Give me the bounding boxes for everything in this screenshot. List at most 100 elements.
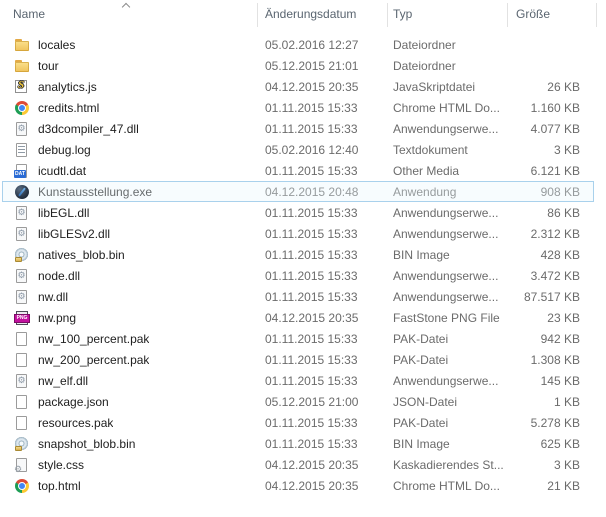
column-header-date-modified[interactable]: Änderungsdatum	[258, 3, 388, 27]
chrome-icon	[14, 100, 30, 116]
dat-icon	[14, 163, 30, 179]
file-name-cell: analytics.js	[0, 79, 258, 95]
file-date-cell: 05.02.2016 12:40	[258, 143, 388, 157]
file-row[interactable]: nw_100_percent.pak 01.11.2015 15:33 PAK-…	[0, 328, 606, 349]
file-date-cell: 04.12.2015 20:35	[258, 458, 388, 472]
file-row[interactable]: nw.png 04.12.2015 20:35 FastStone PNG Fi…	[0, 307, 606, 328]
file-size-cell: 23 KB	[508, 311, 597, 325]
file-row[interactable]: top.html 04.12.2015 20:35 Chrome HTML Do…	[0, 475, 606, 496]
file-date-cell: 04.12.2015 20:35	[258, 311, 388, 325]
file-type-cell: Textdokument	[388, 143, 508, 157]
file-name-label: top.html	[38, 479, 81, 493]
file-date-cell: 01.11.2015 15:33	[258, 437, 388, 451]
file-row[interactable]: style.css 04.12.2015 20:35 Kaskadierende…	[0, 454, 606, 475]
file-name-label: tour	[38, 59, 59, 73]
file-name-cell: node.dll	[0, 268, 258, 284]
file-name-label: libGLESv2.dll	[38, 227, 110, 241]
file-name-cell: Kunstausstellung.exe	[0, 184, 258, 200]
file-row[interactable]: package.json 05.12.2015 21:00 JSON-Datei…	[0, 391, 606, 412]
file-name-label: Kunstausstellung.exe	[38, 185, 152, 199]
file-row[interactable]: d3dcompiler_47.dll 01.11.2015 15:33 Anwe…	[0, 118, 606, 139]
file-size-cell: 942 KB	[508, 332, 597, 346]
file-size-cell: 428 KB	[508, 248, 597, 262]
file-row[interactable]: credits.html 01.11.2015 15:33 Chrome HTM…	[0, 97, 606, 118]
file-row[interactable]: nw_elf.dll 01.11.2015 15:33 Anwendungser…	[0, 370, 606, 391]
file-size-cell: 4.077 KB	[508, 122, 597, 136]
file-type-cell: Anwendungserwe...	[388, 374, 508, 388]
file-type-cell: Anwendungserwe...	[388, 206, 508, 220]
file-date-cell: 05.12.2015 21:01	[258, 59, 388, 73]
file-row[interactable]: natives_blob.bin 01.11.2015 15:33 BIN Im…	[0, 244, 606, 265]
file-name-cell: tour	[0, 58, 258, 74]
file-icon	[14, 352, 30, 368]
column-header-row: Name Änderungsdatum Typ Größe	[0, 0, 606, 30]
file-name-label: d3dcompiler_47.dll	[38, 122, 139, 136]
file-row[interactable]: resources.pak 01.11.2015 15:33 PAK-Datei…	[0, 412, 606, 433]
file-icon	[14, 415, 30, 431]
txt-icon	[14, 142, 30, 158]
file-row[interactable]: libEGL.dll 01.11.2015 15:33 Anwendungser…	[0, 202, 606, 223]
file-size-cell: 87.517 KB	[508, 290, 597, 304]
file-row[interactable]: snapshot_blob.bin 01.11.2015 15:33 BIN I…	[0, 433, 606, 454]
file-type-cell: JSON-Datei	[388, 395, 508, 409]
file-date-cell: 01.11.2015 15:33	[258, 248, 388, 262]
sort-ascending-icon	[123, 2, 130, 9]
file-type-cell: Anwendungserwe...	[388, 290, 508, 304]
column-header-size[interactable]: Größe	[508, 3, 597, 27]
file-row[interactable]: Kunstausstellung.exe 04.12.2015 20:48 An…	[0, 181, 606, 202]
file-name-label: natives_blob.bin	[38, 248, 125, 262]
file-type-cell: Anwendungserwe...	[388, 122, 508, 136]
file-size-cell: 625 KB	[508, 437, 597, 451]
file-type-cell: JavaSkriptdatei	[388, 80, 508, 94]
file-name-cell: natives_blob.bin	[0, 247, 258, 263]
file-name-label: style.css	[38, 458, 84, 472]
file-row[interactable]: tour 05.12.2015 21:01 Dateiordner	[0, 55, 606, 76]
file-name-cell: icudtl.dat	[0, 163, 258, 179]
file-icon	[14, 331, 30, 347]
file-row[interactable]: libGLESv2.dll 01.11.2015 15:33 Anwendung…	[0, 223, 606, 244]
file-type-cell: Anwendungserwe...	[388, 269, 508, 283]
dll-icon	[14, 226, 30, 242]
file-name-label: resources.pak	[38, 416, 113, 430]
file-name-cell: snapshot_blob.bin	[0, 436, 258, 452]
file-row[interactable]: analytics.js 04.12.2015 20:35 JavaSkript…	[0, 76, 606, 97]
file-name-label: package.json	[38, 395, 109, 409]
file-name-label: debug.log	[38, 143, 91, 157]
file-name-cell: nw.dll	[0, 289, 258, 305]
file-row[interactable]: nw_200_percent.pak 01.11.2015 15:33 PAK-…	[0, 349, 606, 370]
file-date-cell: 05.02.2016 12:27	[258, 38, 388, 52]
file-name-cell: locales	[0, 37, 258, 53]
file-type-cell: Other Media	[388, 164, 508, 178]
file-name-cell: libGLESv2.dll	[0, 226, 258, 242]
css-icon	[14, 457, 30, 473]
file-row[interactable]: nw.dll 01.11.2015 15:33 Anwendungserwe..…	[0, 286, 606, 307]
file-row[interactable]: locales 05.02.2016 12:27 Dateiordner	[0, 34, 606, 55]
file-name-cell: nw.png	[0, 310, 258, 326]
file-name-label: node.dll	[38, 269, 80, 283]
file-name-cell: package.json	[0, 394, 258, 410]
file-size-cell: 1 KB	[508, 395, 597, 409]
file-date-cell: 01.11.2015 15:33	[258, 122, 388, 136]
file-type-cell: Dateiordner	[388, 38, 508, 52]
file-name-label: nw.png	[38, 311, 76, 325]
bin-icon	[14, 247, 30, 263]
file-date-cell: 01.11.2015 15:33	[258, 164, 388, 178]
file-size-cell: 1.308 KB	[508, 353, 597, 367]
file-row[interactable]: icudtl.dat 01.11.2015 15:33 Other Media …	[0, 160, 606, 181]
file-row[interactable]: node.dll 01.11.2015 15:33 Anwendungserwe…	[0, 265, 606, 286]
column-header-type[interactable]: Typ	[388, 3, 508, 27]
file-date-cell: 04.12.2015 20:35	[258, 479, 388, 493]
file-name-cell: debug.log	[0, 142, 258, 158]
file-date-cell: 04.12.2015 20:48	[258, 185, 388, 199]
bin-icon	[14, 436, 30, 452]
file-name-label: nw_200_percent.pak	[38, 353, 149, 367]
file-date-cell: 01.11.2015 15:33	[258, 332, 388, 346]
file-date-cell: 01.11.2015 15:33	[258, 353, 388, 367]
file-name-label: snapshot_blob.bin	[38, 437, 135, 451]
file-row[interactable]: debug.log 05.02.2016 12:40 Textdokument …	[0, 139, 606, 160]
file-name-cell: libEGL.dll	[0, 205, 258, 221]
file-size-cell: 145 KB	[508, 374, 597, 388]
file-size-cell: 21 KB	[508, 479, 597, 493]
file-size-cell: 3.472 KB	[508, 269, 597, 283]
file-size-cell: 6.121 KB	[508, 164, 597, 178]
